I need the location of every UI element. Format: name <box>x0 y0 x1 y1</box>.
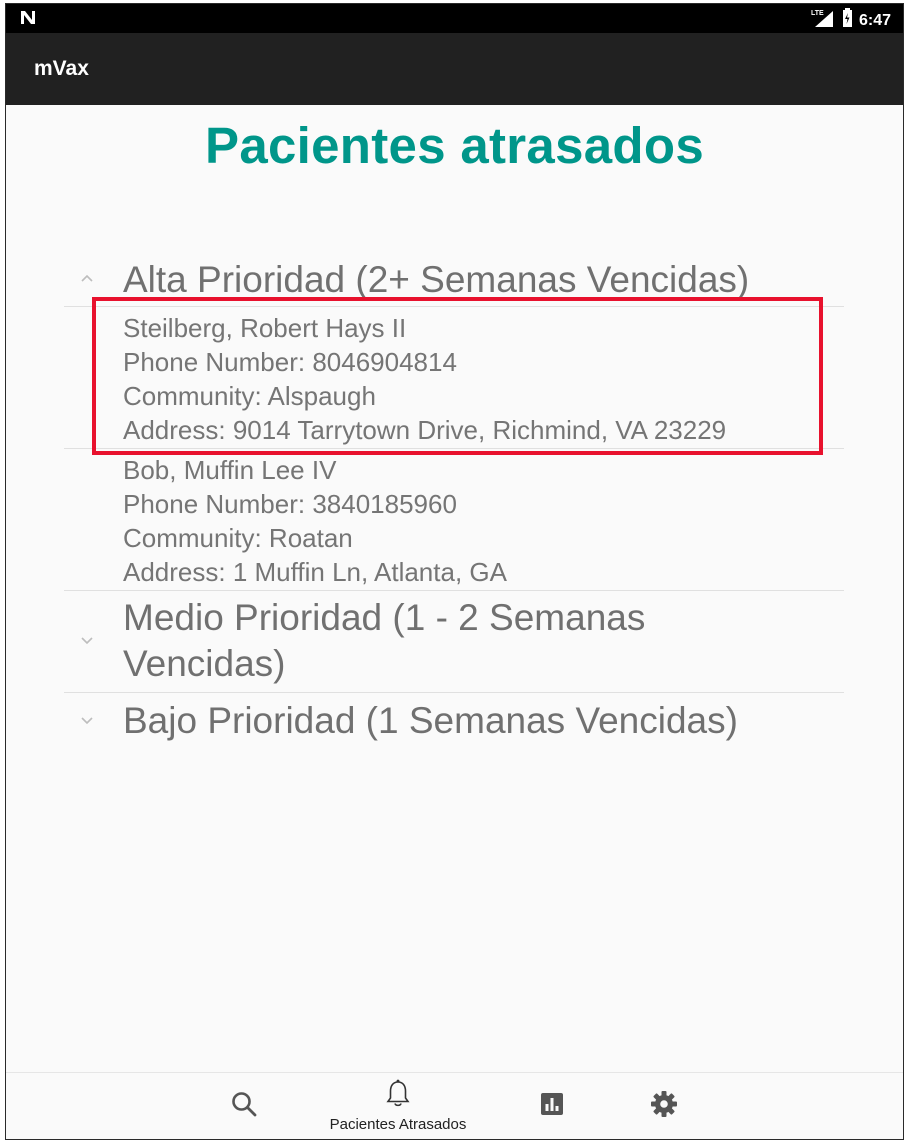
nav-stats[interactable] <box>532 1073 572 1139</box>
chevron-down-icon <box>78 631 96 649</box>
patient-item[interactable]: Steilberg, Robert Hays II Phone Number: … <box>64 307 844 448</box>
device-screen: LTE 6:47 mVax Pacientes atrasados Alta P… <box>5 3 904 1140</box>
svg-text:LTE: LTE <box>811 10 824 17</box>
group-header-high-priority[interactable]: Alta Prioridad (2+ Semanas Vencidas) <box>64 254 844 306</box>
group-label-high: Alta Prioridad (2+ Semanas Vencidas) <box>123 259 750 300</box>
patient-community: Community: Alspaugh <box>123 381 376 411</box>
nav-search[interactable] <box>222 1073 266 1139</box>
patient-name: Bob, Muffin Lee IV <box>123 455 337 485</box>
app-title: mVax <box>34 57 89 80</box>
patient-phone: Phone Number: 3840185960 <box>123 489 457 519</box>
page-title: Pacientes atrasados <box>205 117 704 174</box>
patient-phone: Phone Number: 8046904814 <box>123 347 457 377</box>
overdue-patient-list: Alta Prioridad (2+ Semanas Vencidas) Ste… <box>64 254 844 749</box>
notification-n-icon <box>19 9 37 30</box>
status-time: 6:47 <box>858 11 891 29</box>
patient-address: Address: 9014 Tarrytown Drive, Richmind,… <box>123 415 727 445</box>
group-label-low: Bajo Prioridad (1 Semanas Vencidas) <box>123 700 738 741</box>
nav-label-overdue: Pacientes Atrasados <box>329 1116 467 1133</box>
patient-name: Steilberg, Robert Hays II <box>123 313 407 343</box>
patient-community: Community: Roatan <box>123 523 353 553</box>
nav-overdue-patients[interactable]: Pacientes Atrasados <box>316 1073 480 1139</box>
nav-settings[interactable] <box>644 1073 684 1139</box>
lte-signal-icon: LTE <box>811 8 835 33</box>
bottom-navigation: Pacientes Atrasados <box>6 1072 903 1139</box>
search-icon <box>230 1090 258 1123</box>
group-label-medium: Medio Prioridad (1 - 2 Semanas Vencidas) <box>123 597 646 684</box>
chevron-up-icon <box>78 270 96 288</box>
chevron-down-icon <box>78 711 96 729</box>
bar-chart-icon <box>540 1092 564 1121</box>
group-header-low-priority[interactable]: Bajo Prioridad (1 Semanas Vencidas) <box>64 693 844 749</box>
battery-icon <box>841 8 853 33</box>
patient-address: Address: 1 Muffin Ln, Atlanta, GA <box>123 557 507 587</box>
bell-icon <box>385 1079 411 1114</box>
app-bar: mVax <box>6 33 903 105</box>
patient-item[interactable]: Bob, Muffin Lee IV Phone Number: 3840185… <box>64 449 844 590</box>
gear-icon <box>650 1090 678 1123</box>
status-bar: LTE 6:47 <box>6 4 903 33</box>
group-header-medium-priority[interactable]: Medio Prioridad (1 - 2 Semanas Vencidas) <box>64 591 844 692</box>
